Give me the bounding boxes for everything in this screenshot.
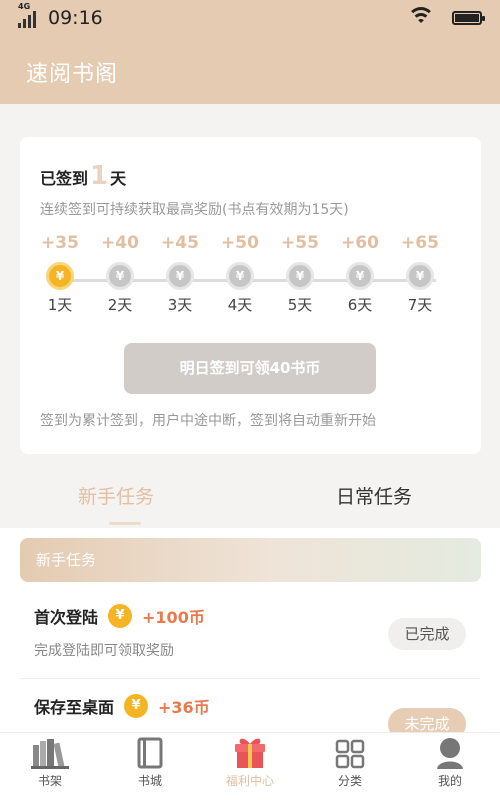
nav-label: 分类 [337, 774, 362, 788]
nav-item-profile[interactable]: 我的 [415, 735, 485, 789]
signin-day: +40 ¥2天 [98, 233, 142, 315]
task-tabs: 新手任务 日常任务 [0, 468, 500, 528]
signin-day-points: +40 [101, 233, 139, 253]
nav-label: 福利中心 [225, 774, 274, 788]
signin-day-points: +60 [341, 233, 379, 253]
signin-count: 已签到 1 天 [40, 161, 126, 191]
signin-day: +65 ¥7天 [398, 233, 442, 315]
nav-label: 我的 [437, 774, 462, 788]
tab-newbie-tasks[interactable]: 新手任务 [78, 482, 154, 509]
signin-days: +35 ¥1天 +40 ¥2天 +45 ¥3天 +50 ¥4天 +55 ¥5天 +60 ¥6天 +65 ¥… [38, 233, 458, 323]
task-divider [20, 678, 480, 679]
app-header: 4G 09:16 速阅书阁 [0, 0, 500, 104]
task-name: 保存至桌面 [34, 698, 115, 717]
wifi-icon [406, 7, 436, 29]
user-icon [415, 735, 485, 769]
coin-icon: ¥ [286, 262, 314, 290]
battery-icon [452, 11, 485, 25]
signin-day: +45 ¥3天 [158, 233, 202, 315]
task-status-button[interactable]: 已完成 [388, 618, 466, 650]
task-reward: +36币 [158, 698, 210, 717]
grid-icon [315, 735, 385, 769]
task-section-header: 新手任务 [20, 538, 481, 582]
signin-day: +55 ¥5天 [278, 233, 322, 315]
signin-day-label: 2天 [107, 296, 133, 314]
page-title: 速阅书阁 [26, 62, 119, 87]
coin-icon: ¥ [406, 262, 434, 290]
signin-prefix: 已签到 [40, 169, 89, 188]
signin-day-points: +65 [401, 233, 439, 253]
signin-card: 已签到 1 天 连续签到可持续获取最高奖励(书点有效期为15天) +35 ¥1天 +… [20, 137, 481, 454]
signin-day-points: +45 [161, 233, 199, 253]
task-reward: +100币 [142, 608, 205, 627]
status-time: 09:16 [48, 7, 103, 29]
signin-day-points: +50 [221, 233, 259, 253]
tab-daily-tasks[interactable]: 日常任务 [336, 482, 412, 509]
task-list: 新手任务 首次登陆 ¥ +100币 完成登陆即可领取奖励 已完成 保存至桌面 ¥… [0, 528, 500, 732]
cellular-signal-icon: 4G [18, 2, 36, 28]
signin-day: +50 ¥4天 [218, 233, 262, 315]
gift-icon [215, 735, 285, 769]
nav-item-bookshelf[interactable]: 书架 [15, 735, 85, 789]
coin-icon: ¥ [106, 262, 134, 290]
coin-icon: ¥ [166, 262, 194, 290]
signin-description: 连续签到可持续获取最高奖励(书点有效期为15天) [40, 202, 349, 218]
status-bar: 4G 09:16 [0, 0, 500, 36]
network-type: 4G [18, 2, 31, 11]
signin-day-label: 5天 [287, 296, 313, 314]
coin-icon: ¥ [46, 262, 74, 290]
signin-button[interactable]: 明日签到可领40书币 [124, 343, 376, 394]
signin-day-points: +55 [281, 233, 319, 253]
nav-label: 书架 [37, 774, 62, 788]
coin-icon: ¥ [346, 262, 374, 290]
signin-day-label: 1天 [47, 296, 73, 314]
bookshelf-icon [15, 735, 85, 769]
signin-day-label: 6天 [347, 296, 373, 314]
task-first-login: 首次登陆 ¥ +100币 完成登陆即可领取奖励 已完成 [0, 604, 500, 684]
signin-note: 签到为累计签到，用户中途中断，签到将自动重新开始 [40, 413, 376, 429]
nav-item-category[interactable]: 分类 [315, 735, 385, 789]
signin-day-label: 7天 [407, 296, 433, 314]
signin-day-points: +35 [41, 233, 79, 253]
coin-icon: ¥ [108, 604, 133, 628]
signin-day: +35 ¥1天 [38, 233, 82, 315]
signin-day-label: 4天 [227, 296, 253, 314]
signin-day: +60 ¥6天 [338, 233, 382, 315]
book-icon [115, 735, 185, 769]
task-status-button[interactable]: 未完成 [388, 708, 466, 732]
bottom-nav: 书架 书城 福利中心 分类 我的 [0, 732, 500, 800]
task-description: 完成登陆即可领取奖励 [34, 643, 174, 659]
coin-icon: ¥ [124, 694, 149, 718]
nav-label: 书城 [137, 774, 162, 788]
signin-day-label: 3天 [167, 296, 193, 314]
task-name: 首次登陆 [34, 608, 99, 627]
signin-suffix: 天 [110, 169, 127, 188]
task-title-row: 首次登陆 ¥ +100币 [34, 604, 205, 628]
nav-item-bookstore[interactable]: 书城 [115, 735, 185, 789]
signin-count-number: 1 [90, 161, 109, 191]
nav-item-welfare-center[interactable]: 福利中心 [215, 735, 285, 789]
active-tab-indicator [109, 522, 141, 525]
task-title-row: 保存至桌面 ¥ +36币 [34, 694, 210, 718]
coin-icon: ¥ [226, 262, 254, 290]
task-save-to-desktop: 保存至桌面 ¥ +36币 未完成 [0, 694, 500, 732]
